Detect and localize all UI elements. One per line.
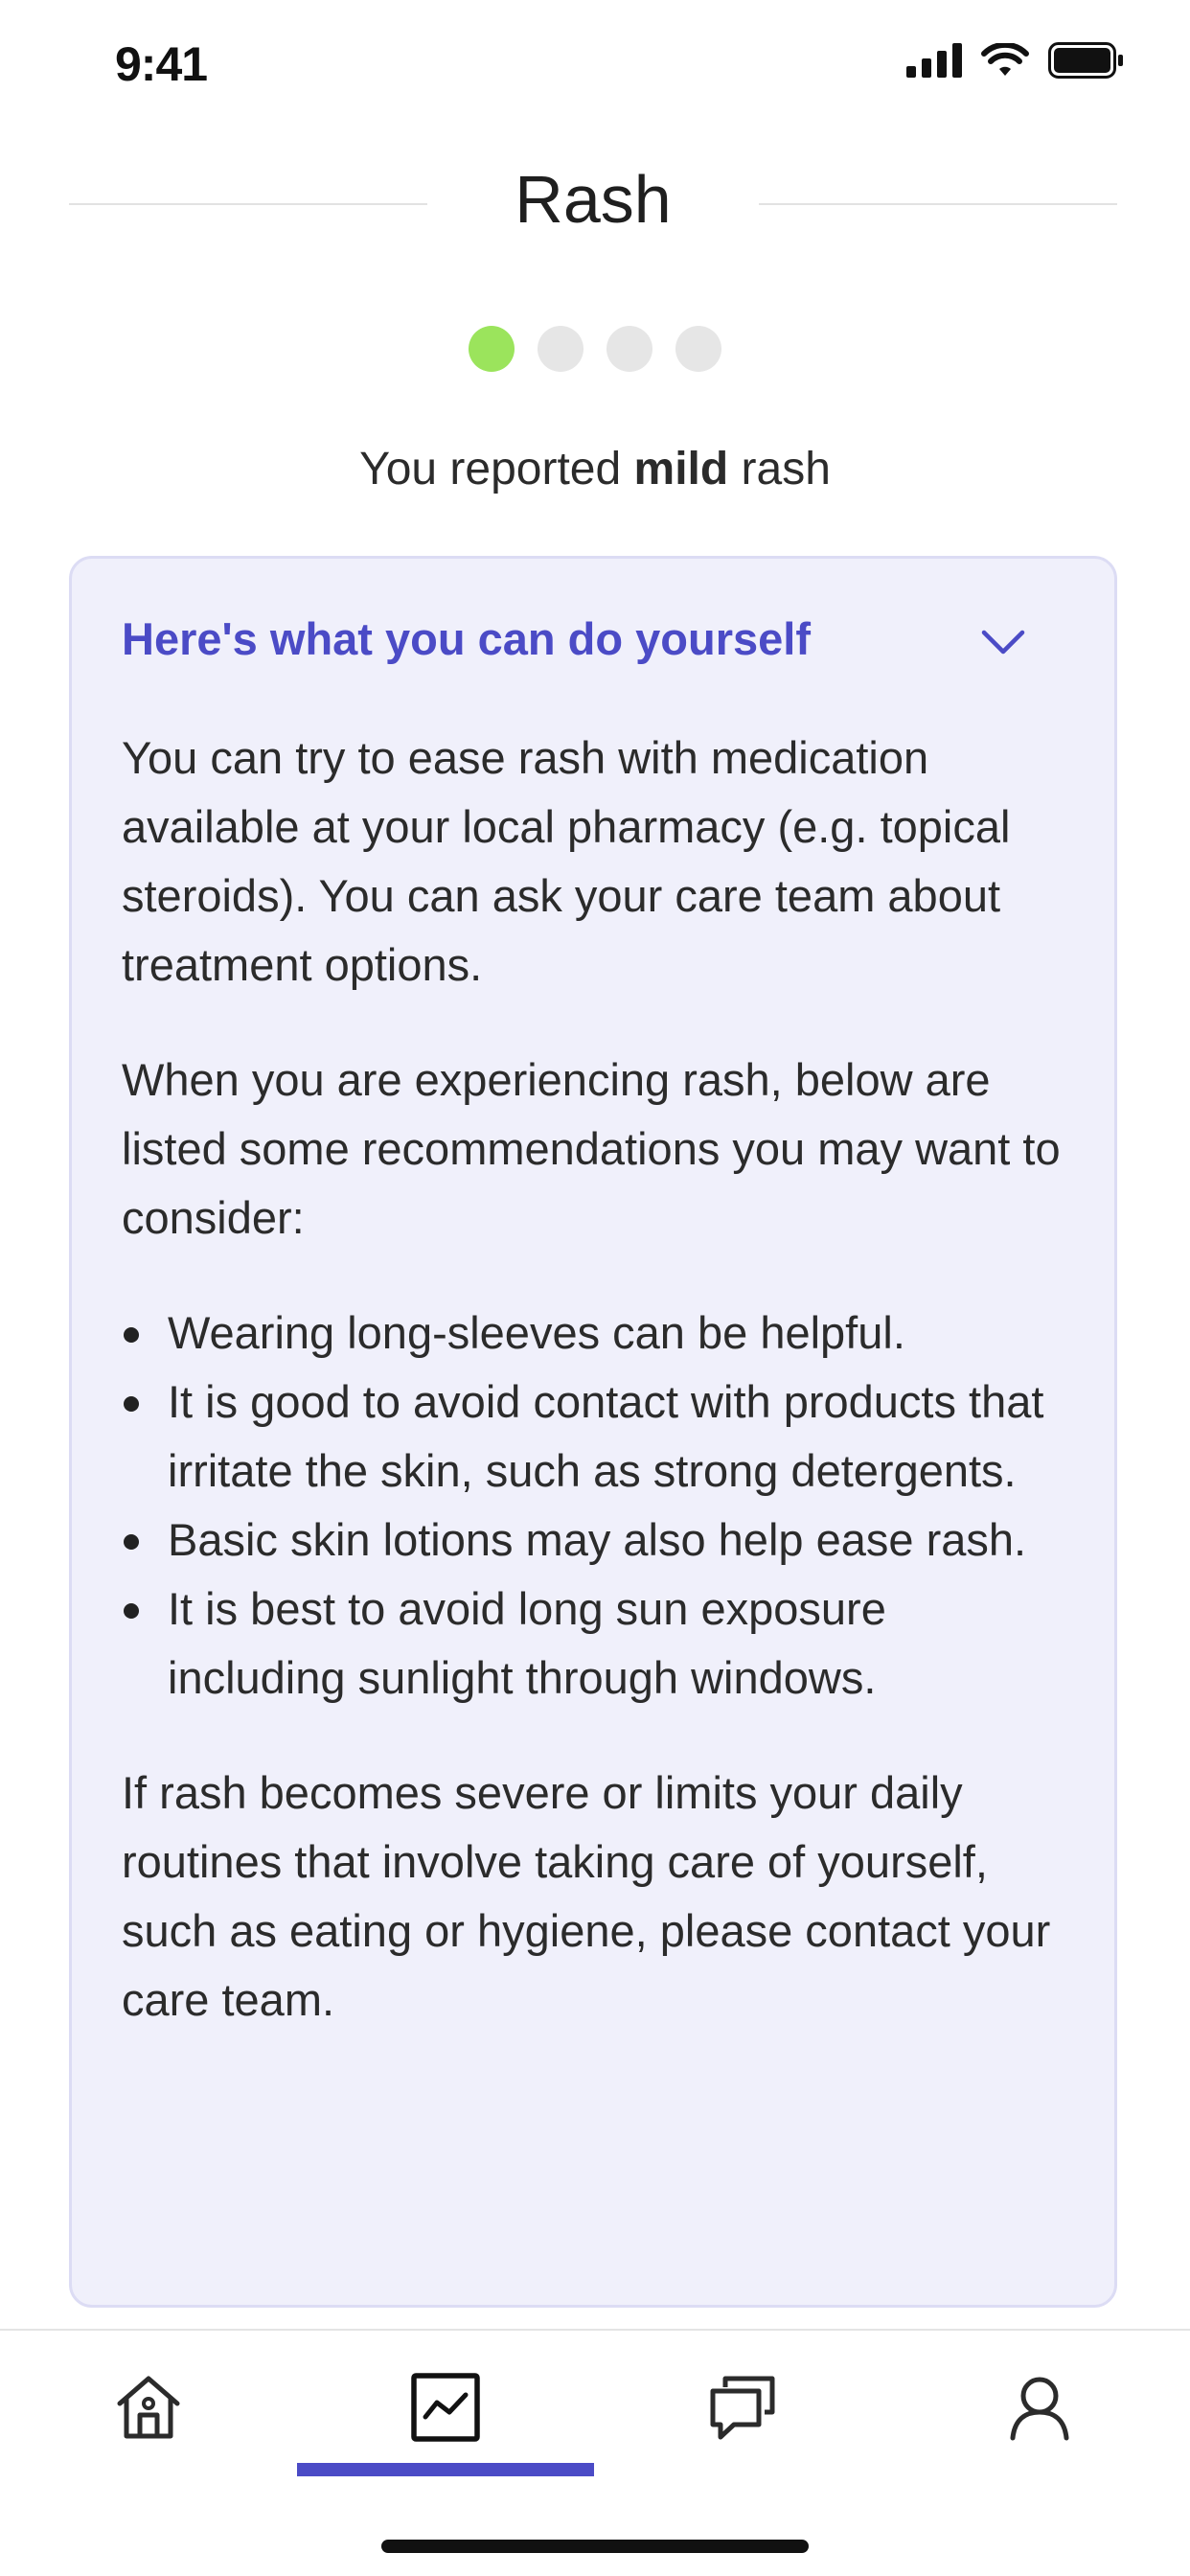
list-item: It is best to avoid long sun exposure in… — [122, 1575, 1064, 1713]
step-dot-3 — [606, 326, 652, 372]
accordion-body: You can try to ease rash with medication… — [122, 724, 1064, 2035]
list-item: It is good to avoid contact with product… — [122, 1368, 1064, 1506]
tab-tracking[interactable] — [297, 2369, 594, 2503]
step-dot-4 — [675, 326, 721, 372]
profile-icon — [1010, 2377, 1069, 2441]
advice-paragraph-2: When you are experiencing rash, below ar… — [122, 1054, 1061, 1243]
tab-messages[interactable] — [594, 2369, 891, 2503]
status-time: 9:41 — [115, 37, 208, 91]
chart-icon — [411, 2373, 480, 2442]
accordion-title: Here's what you can do yourself — [122, 613, 811, 664]
tab-home[interactable] — [0, 2369, 297, 2503]
wifi-icon — [981, 43, 1029, 76]
advice-paragraph-3: If rash becomes severe or limits your da… — [122, 1767, 1051, 2025]
severity-value: mild — [633, 444, 729, 494]
status-icons — [906, 42, 1125, 79]
status-bar: 9:41 — [0, 0, 1190, 126]
chat-icon — [710, 2376, 775, 2440]
tab-profile[interactable] — [891, 2369, 1188, 2503]
selected-tab-indicator — [297, 2463, 594, 2476]
summary-prefix: You reported — [359, 444, 634, 494]
cellular-signal-icon — [906, 43, 962, 78]
home-indicator[interactable] — [381, 2540, 809, 2553]
rash-screen: 9:41 Rash You reported mild rash Here's … — [0, 0, 1190, 2576]
recommendation-list: Wearing long-sleeves can be helpful. It … — [122, 1299, 1064, 1713]
chevron-down-icon[interactable] — [980, 628, 1026, 656]
accordion-header[interactable]: Here's what you can do yourself — [122, 559, 1064, 724]
step-dot-2 — [538, 326, 584, 372]
step-indicator — [0, 326, 1190, 372]
step-dot-1 — [469, 326, 515, 372]
page-title: Rash — [515, 162, 672, 237]
list-item: Wearing long-sleeves can be helpful. — [122, 1299, 1064, 1368]
title-divider-right — [759, 203, 1117, 205]
severity-summary: You reported mild rash — [0, 443, 1190, 495]
list-item: Basic skin lotions may also help ease ra… — [122, 1506, 1064, 1575]
advice-accordion: Here's what you can do yourself You can … — [69, 556, 1117, 2308]
summary-suffix: rash — [728, 444, 831, 494]
bottom-tab-bar — [0, 2329, 1190, 2576]
header: Rash — [69, 153, 1117, 249]
battery-icon — [1048, 42, 1123, 79]
home-icon — [117, 2376, 180, 2439]
advice-paragraph-1: You can try to ease rash with medication… — [122, 732, 1011, 990]
